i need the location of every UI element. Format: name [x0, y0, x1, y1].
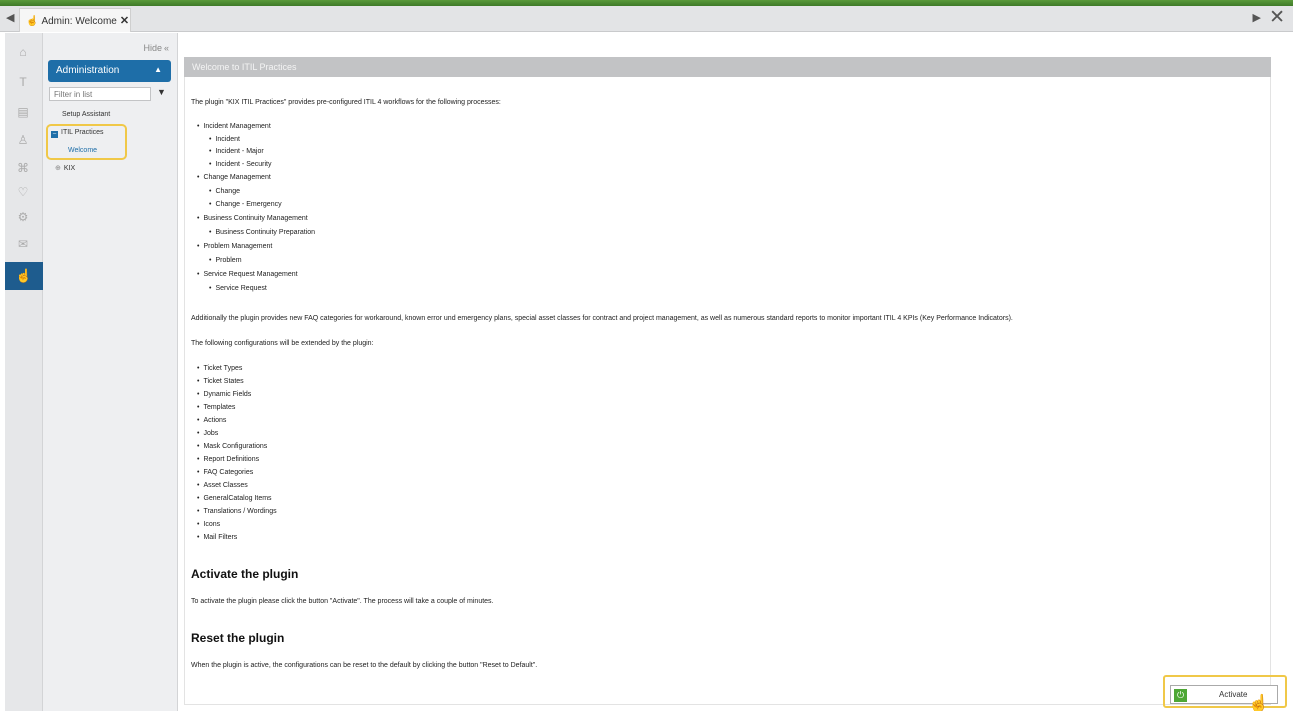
tab-close-icon[interactable]: ✕ — [120, 15, 129, 27]
tree-item-kix[interactable]: ⊕ KIX — [55, 164, 75, 172]
list-item: Problem — [209, 257, 241, 264]
app-window: ◀ ☝ Admin: Welcome ✕ ▶ ✕ ⌂ T ▤ ♙ ⌘ ♡ ⚙ ✉ ☝… — [0, 0, 1293, 711]
list-item: Mask Configurations — [197, 443, 267, 450]
list-item: Mail Filters — [197, 534, 237, 541]
page-title: Welcome to ITIL Practices — [184, 57, 1271, 77]
list-item: GeneralCatalog Items — [197, 495, 271, 502]
list-item: Report Definitions — [197, 456, 259, 463]
documents-icon[interactable]: ▤ — [14, 103, 32, 121]
cmdb-icon[interactable]: ⌘ — [14, 159, 32, 177]
list-item: Change Management — [197, 174, 270, 181]
collapse-icon[interactable]: – — [51, 131, 58, 138]
list-item: Ticket Types — [197, 365, 242, 372]
tree-item-welcome[interactable]: Welcome — [68, 147, 97, 154]
close-all-icon[interactable]: ✕ — [1269, 7, 1285, 29]
list-item: Service Request Management — [197, 271, 297, 278]
tab-scroll-left-icon[interactable]: ◀ — [6, 11, 14, 24]
reset-heading: Reset the plugin — [191, 631, 285, 645]
reports-icon[interactable]: ⚙ — [14, 208, 32, 226]
people-icon[interactable]: ♙ — [14, 131, 32, 149]
extended-text: The following configurations will be ext… — [191, 340, 374, 347]
activate-heading: Activate the plugin — [191, 567, 299, 581]
power-icon: ⏻ — [1174, 689, 1187, 702]
list-item: Templates — [197, 404, 235, 411]
administration-header[interactable]: Administration ▲ — [48, 60, 171, 82]
list-item: Jobs — [197, 430, 218, 437]
list-item: Asset Classes — [197, 482, 247, 489]
chevron-left-icon: « — [163, 43, 169, 53]
list-item: Change - Emergency — [209, 201, 281, 208]
module-icon-bar: ⌂ T ▤ ♙ ⌘ ♡ ⚙ ✉ ☝ — [5, 33, 43, 711]
list-item: Ticket States — [197, 378, 243, 385]
tree-item-itil-practices[interactable]: – ITIL Practices — [51, 129, 104, 138]
reset-text: When the plugin is active, the configura… — [191, 662, 538, 669]
tab-admin-welcome[interactable]: ☝ Admin: Welcome ✕ — [19, 8, 131, 32]
hide-sidebar-link[interactable]: Hide « — [143, 43, 169, 53]
itil-label: ITIL Practices — [61, 129, 104, 136]
hide-label: Hide — [143, 43, 162, 53]
faq-icon[interactable]: ♡ — [14, 183, 32, 201]
tree-item-setup-assistant[interactable]: Setup Assistant — [62, 111, 110, 118]
list-item: Change — [209, 188, 240, 195]
activate-text: To activate the plugin please click the … — [191, 598, 494, 605]
filter-input[interactable] — [49, 87, 151, 101]
list-item: FAQ Categories — [197, 469, 253, 476]
funnel-icon[interactable]: ▼ — [157, 87, 166, 97]
tab-scroll-right-icon[interactable]: ▶ — [1253, 11, 1261, 24]
list-item: Dynamic Fields — [197, 391, 251, 398]
tickets-icon[interactable]: T — [14, 73, 32, 91]
list-item: Incident - Security — [209, 161, 271, 168]
list-item: Service Request — [209, 285, 266, 292]
caret-up-icon: ▲ — [154, 65, 162, 74]
main-content: Welcome to ITIL Practices The plugin "KI… — [178, 33, 1293, 711]
list-item: Business Continuity Preparation — [209, 229, 315, 236]
list-item: Translations / Wordings — [197, 508, 276, 515]
list-item: Actions — [197, 417, 226, 424]
expand-icon[interactable]: ⊕ — [55, 165, 61, 172]
list-item: Business Continuity Management — [197, 215, 307, 222]
activate-label: Activate — [1219, 690, 1248, 699]
list-item: Incident — [209, 136, 240, 143]
admin-hand-icon: ☝ — [26, 16, 39, 27]
content-body: The plugin "KIX ITIL Practices" provides… — [184, 77, 1271, 705]
list-item: Incident - Major — [209, 148, 263, 155]
intro-text: The plugin "KIX ITIL Practices" provides… — [191, 99, 501, 106]
administration-title: Administration — [56, 65, 120, 76]
admin-icon[interactable]: ☝ — [5, 262, 43, 290]
tab-bar: ◀ ☝ Admin: Welcome ✕ ▶ ✕ — [0, 6, 1293, 32]
list-item: Problem Management — [197, 243, 272, 250]
hand-cursor-icon: ☝ — [1248, 694, 1270, 711]
home-icon[interactable]: ⌂ — [14, 43, 32, 61]
announcement-icon[interactable]: ✉ — [14, 235, 32, 253]
list-item: Incident Management — [197, 123, 270, 130]
kix-label: KIX — [63, 165, 76, 172]
additionally-text: Additionally the plugin provides new FAQ… — [191, 315, 1013, 322]
admin-sidebar: Hide« Administration ▲ ▼ Setup Assistant… — [43, 33, 178, 711]
tab-title: Admin: Welcome — [41, 16, 117, 27]
list-item: Icons — [197, 521, 220, 528]
